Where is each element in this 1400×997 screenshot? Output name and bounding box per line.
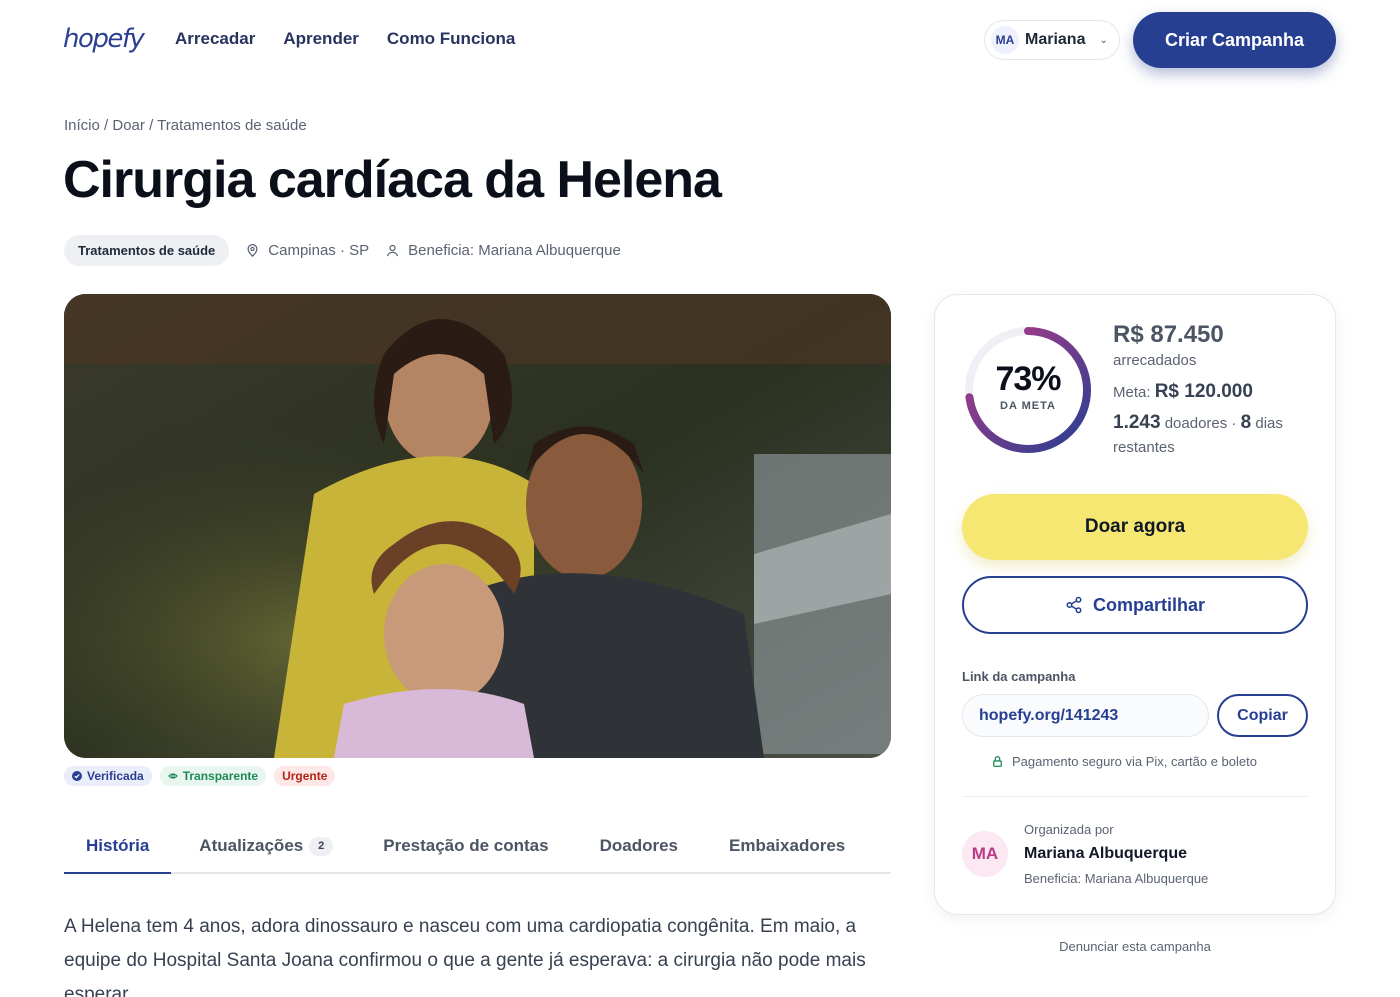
share-button[interactable]: Compartilhar <box>962 576 1308 634</box>
top-header: hopefy Arrecadar Aprender Como Funciona … <box>0 0 1400 80</box>
campaign-link-label: Link da campanha <box>962 669 1076 684</box>
campaign-tabs: História Atualizações 2 Prestação de con… <box>64 820 891 874</box>
breadcrumb-home[interactable]: Início <box>64 117 100 134</box>
nav-arrecadar[interactable]: Arrecadar <box>175 29 255 49</box>
breadcrumb: Início / Doar / Tratamentos de saúde <box>64 117 307 134</box>
tab-doadores[interactable]: Doadores <box>600 820 678 872</box>
goal-label: Meta: <box>1113 384 1151 401</box>
progress-caption: DA META <box>1000 400 1056 412</box>
goal: Meta: R$ 120.000 <box>1113 381 1253 403</box>
breadcrumb-donate[interactable]: Doar <box>112 117 145 134</box>
report-campaign-link[interactable]: Denunciar esta campanha <box>934 939 1336 954</box>
donors-count: 1.243 <box>1113 412 1161 433</box>
share-button-label: Compartilhar <box>1092 594 1206 615</box>
tab-embaixadores[interactable]: Embaixadores <box>729 820 845 872</box>
progress-percent: 73% <box>995 360 1061 398</box>
share-icon <box>1066 596 1082 614</box>
donation-card: 73% DA META R$ 87.450 arrecadados Meta: … <box>934 294 1336 915</box>
amount-raised: R$ 87.450 <box>1113 321 1224 348</box>
campaign-badges: Verificada Transparente Urgente <box>64 766 336 786</box>
campaign-meta: Tratamentos de saúde Campinas · SP Benef… <box>64 235 621 266</box>
nav-aprender[interactable]: Aprender <box>283 29 359 49</box>
user-menu[interactable]: MA Mariana ⌄ <box>984 20 1120 60</box>
breadcrumb-category[interactable]: Tratamentos de saúde <box>157 117 307 134</box>
story-text: A Helena tem 4 anos, adora dinossauro e … <box>64 916 866 997</box>
tab-historia[interactable]: História <box>64 820 172 874</box>
days-count: 8 <box>1240 412 1252 433</box>
main-nav: Arrecadar Aprender Como Funciona <box>175 29 515 49</box>
breadcrumb-separator: / <box>104 117 109 134</box>
user-icon <box>387 244 399 257</box>
user-name: Mariana <box>1025 31 1086 48</box>
tab-embaixadores-label: Embaixadores <box>729 836 846 855</box>
create-campaign-button[interactable]: Criar Campanha <box>1133 12 1336 68</box>
beneficiary: Beneficia: Mariana Albuquerque <box>385 242 621 259</box>
chevron-down-icon: ⌄ <box>1099 34 1108 46</box>
organizer-name[interactable]: Mariana Albuquerque <box>1024 845 1187 863</box>
tab-atualizacoes-label: Atualizações <box>199 836 304 855</box>
verified-check-icon <box>72 771 82 781</box>
tab-atualizacoes[interactable]: Atualizações 2 <box>199 820 334 872</box>
transparent-badge-label: Transparente <box>182 769 259 783</box>
location: Campinas · SP <box>245 242 369 259</box>
tab-historia-label: História <box>86 836 150 855</box>
page-title: Cirurgia cardíaca da Helena <box>63 151 722 209</box>
verified-badge: Verificada <box>64 766 152 786</box>
copy-link-button[interactable]: Copiar <box>1217 694 1308 737</box>
campaign-stats: 1.243 doadores · 8 dias restantes <box>1113 411 1313 460</box>
organizer-caption: Organizada por <box>1024 822 1114 837</box>
category-pill[interactable]: Tratamentos de saúde <box>64 235 230 266</box>
location-text: Campinas · SP <box>268 242 370 259</box>
beneficiary-text: Beneficia: Mariana Albuquerque <box>408 242 621 259</box>
hopefy-logo[interactable]: hopefy <box>63 24 145 54</box>
goal-amount: R$ 120.000 <box>1154 381 1253 402</box>
donors-label: doadores · <box>1164 415 1237 432</box>
user-avatar: MA <box>991 26 1019 54</box>
organizer-beneficiary: Beneficia: Mariana Albuquerque <box>1024 871 1209 886</box>
tab-prestacao-label: Prestação de contas <box>383 836 549 855</box>
donate-now-button[interactable]: Doar agora <box>962 494 1308 560</box>
map-pin-icon <box>247 243 258 257</box>
secure-payment-text: Pagamento seguro via Pix, cartão e bolet… <box>1012 754 1257 769</box>
tab-doadores-label: Doadores <box>599 836 679 855</box>
urgent-badge: Urgente <box>274 766 336 786</box>
amount-raised-caption: arrecadados <box>1113 352 1197 369</box>
lock-icon <box>993 755 1002 768</box>
organizer-avatar[interactable]: MA <box>962 831 1008 877</box>
campaign-photo <box>64 294 891 758</box>
nav-como-funciona[interactable]: Como Funciona <box>387 29 515 49</box>
campaign-link-field[interactable]: hopefy.org/141243 <box>962 694 1209 737</box>
updates-count-badge: 2 <box>309 836 334 856</box>
card-divider <box>962 796 1308 797</box>
eye-icon <box>167 773 178 779</box>
urgent-badge-label: Urgente <box>282 769 328 783</box>
secure-payment-note: Pagamento seguro via Pix, cartão e bolet… <box>991 754 1257 769</box>
breadcrumb-separator: / <box>149 117 154 134</box>
tab-prestacao-de-contas[interactable]: Prestação de contas <box>383 820 548 872</box>
verified-badge-label: Verificada <box>87 769 144 783</box>
transparent-badge: Transparente <box>159 766 267 786</box>
